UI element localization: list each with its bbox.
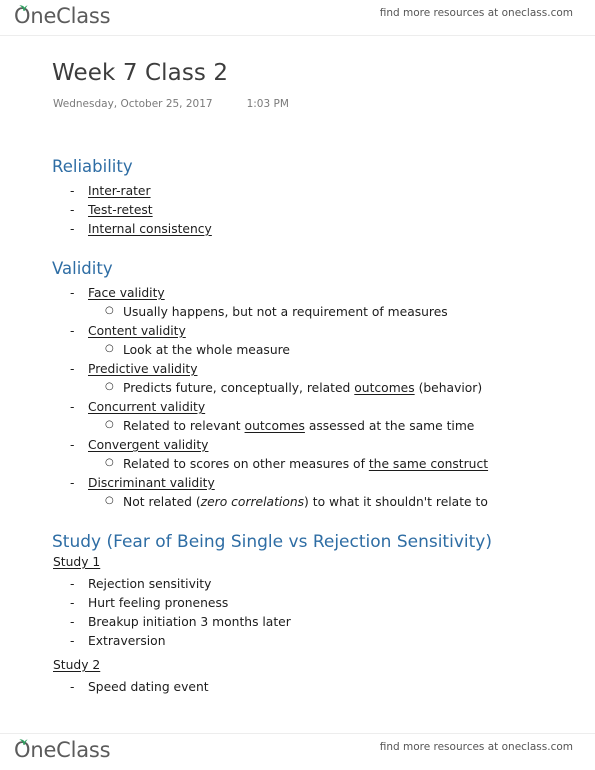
dash-bullet-icon: -: [70, 362, 75, 376]
leaf-icon: [19, 739, 28, 745]
dash-bullet-icon: -: [70, 577, 75, 591]
bullet-text: Usually happens, but not a requirement o…: [123, 305, 448, 319]
bullet-item: - Speed dating event: [70, 680, 209, 694]
dash-bullet-icon: -: [70, 476, 75, 490]
section-heading: Study (Fear of Being Single vs Rejection…: [52, 532, 492, 552]
dash-bullet-icon: -: [70, 596, 75, 610]
sub-bullet-item: ○ Related to relevant outcomes assessed a…: [105, 419, 474, 433]
circle-bullet-icon: ○: [105, 457, 114, 468]
text-run: assessed at the same time: [304, 419, 475, 433]
bullet-text: Concurrent validity: [70, 400, 205, 414]
circle-bullet-icon: ○: [105, 495, 114, 506]
dash-bullet-icon: -: [70, 634, 75, 648]
subsection-label: Study 2: [53, 658, 101, 672]
bullet-text: Predicts future, conceptually, related o…: [105, 381, 482, 395]
sub-bullet-item: ○ Related to scores on other measures of …: [105, 457, 488, 471]
bullet-item: - Face validity: [70, 286, 165, 300]
circle-bullet-icon: ○: [105, 381, 114, 392]
underlined-term: Convergent validity: [88, 438, 209, 452]
header-logo: OneClass: [14, 4, 111, 28]
dash-bullet-icon: -: [70, 615, 75, 629]
circle-bullet-icon: ○: [105, 305, 114, 316]
footer-logo: OneClass: [14, 738, 111, 762]
bullet-text: Related to scores on other measures of t…: [105, 457, 488, 471]
circle-bullet-icon: ○: [105, 343, 114, 354]
dash-bullet-icon: -: [70, 184, 75, 198]
brand-name: OneClass: [14, 4, 111, 28]
text-run: Related to relevant: [123, 419, 245, 433]
underlined-term: outcomes: [244, 419, 305, 433]
dash-bullet-icon: -: [70, 203, 75, 217]
bullet-item: - Concurrent validity: [70, 400, 205, 414]
dash-bullet-icon: -: [70, 400, 75, 414]
italic-term: zero correlations: [200, 495, 305, 509]
section-heading: Reliability: [52, 157, 133, 176]
subsection-label: Study 1: [53, 555, 101, 569]
bullet-item: - Breakup initiation 3 months later: [70, 615, 291, 629]
text-run: ) to what it shouldn't relate to: [304, 495, 488, 509]
leaf-icon: [19, 5, 28, 11]
page-header: OneClass find more resources at oneclass…: [0, 0, 595, 36]
underlined-term: Concurrent validity: [88, 400, 206, 414]
bullet-item: - Hurt feeling proneness: [70, 596, 228, 610]
bullet-text: Hurt feeling proneness: [88, 596, 229, 610]
bullet-item: - Predictive validity: [70, 362, 198, 376]
section-heading: Validity: [52, 259, 113, 278]
bullet-text: Speed dating event: [88, 680, 209, 694]
underlined-term: the same construct: [368, 457, 489, 471]
bullet-text: Predictive validity: [70, 362, 198, 376]
bullet-text: Breakup initiation 3 months later: [88, 615, 291, 629]
underlined-term: Predictive validity: [88, 362, 198, 376]
bullet-item: - Internal consistency: [70, 222, 212, 236]
underlined-term: Inter-rater: [88, 184, 151, 198]
bullet-text: Rejection sensitivity: [88, 577, 212, 591]
bullet-item: - Extraversion: [70, 634, 166, 648]
circle-bullet-icon: ○: [105, 419, 114, 430]
text-run: Predicts future, conceptually, related: [123, 381, 355, 395]
bullet-item: - Content validity: [70, 324, 186, 338]
underlined-term: Content validity: [88, 324, 186, 338]
dash-bullet-icon: -: [70, 680, 75, 694]
footer-brand-name: OneClass: [14, 738, 111, 762]
header-tagline: find more resources at oneclass.com: [379, 7, 573, 19]
bullet-text: Look at the whole measure: [123, 343, 290, 357]
page-title: Week 7 Class 2: [52, 60, 229, 86]
bullet-item: - Inter-rater: [70, 184, 151, 198]
underlined-term: outcomes: [354, 381, 415, 395]
bullet-item: - Test-retest: [70, 203, 153, 217]
text-run: (behavior): [414, 381, 483, 395]
document-date: Wednesday, October 25, 2017: [53, 98, 213, 110]
sub-bullet-item: ○ Predicts future, conceptually, related …: [105, 381, 482, 395]
underlined-term: Discriminant validity: [88, 476, 215, 490]
bullet-text: Discriminant validity: [70, 476, 215, 490]
page-footer: OneClass find more resources at oneclass…: [0, 733, 595, 770]
bullet-item: - Convergent validity: [70, 438, 208, 452]
document-meta: Wednesday, October 25, 2017 1:03 PM: [53, 98, 289, 110]
underlined-term: Internal consistency: [88, 222, 212, 236]
bullet-item: - Rejection sensitivity: [70, 577, 211, 591]
sub-bullet-item: ○ Not related (zero correlations) to what…: [105, 495, 488, 509]
bullet-text: Related to relevant outcomes assessed at…: [105, 419, 474, 433]
underlined-term: Test-retest: [88, 203, 153, 217]
bullet-text: Not related (zero correlations) to what …: [105, 495, 488, 509]
dash-bullet-icon: -: [70, 438, 75, 452]
text-run: Related to scores on other measures of: [123, 457, 369, 471]
bullet-item: - Discriminant validity: [70, 476, 215, 490]
bullet-text: Internal consistency: [70, 222, 212, 236]
footer-tagline: find more resources at oneclass.com: [379, 741, 573, 753]
dash-bullet-icon: -: [70, 286, 75, 300]
bullet-text: Convergent validity: [70, 438, 208, 452]
sub-bullet-item: ○ Look at the whole measure: [105, 343, 290, 357]
dash-bullet-icon: -: [70, 324, 75, 338]
dash-bullet-icon: -: [70, 222, 75, 236]
text-run: Not related (: [123, 495, 201, 509]
document-time: 1:03 PM: [246, 98, 289, 110]
underlined-term: Face validity: [88, 286, 165, 300]
sub-bullet-item: ○ Usually happens, but not a requirement …: [105, 305, 448, 319]
